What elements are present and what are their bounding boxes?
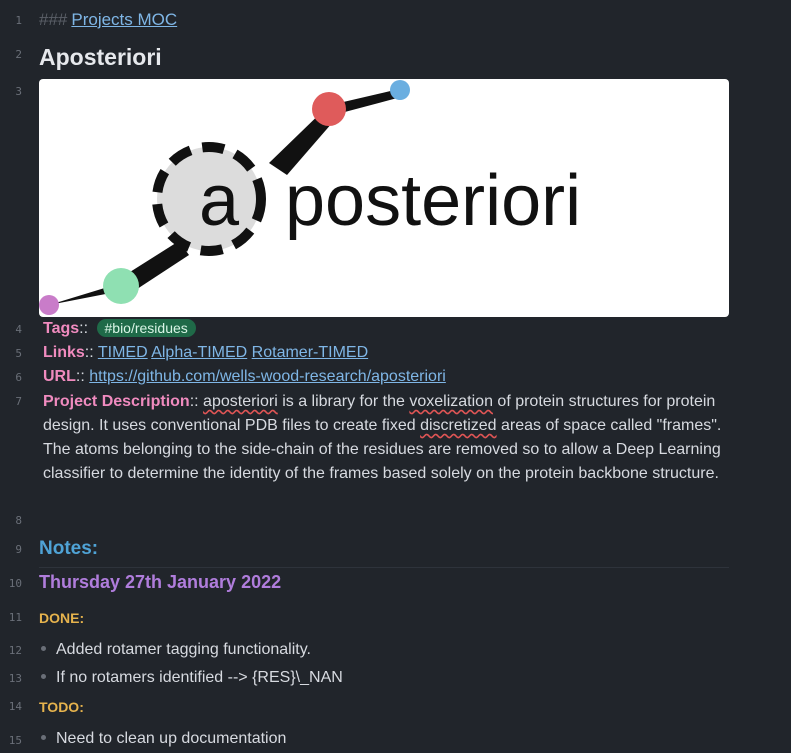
line-number: 9 [15,543,22,556]
link-timed[interactable]: TIMED [98,344,148,361]
logo-graphic: a posteriori [39,80,581,315]
line-number: 2 [15,48,22,61]
list-item: Need to clean up documentation [39,730,731,748]
line-number: 10 [8,577,22,590]
heading-line: ### Projects MOC [39,10,731,30]
separator: :: [79,320,89,337]
aposteriori-logo-image: a posteriori [39,79,729,317]
separator: :: [189,393,199,410]
line-number: 6 [15,371,22,384]
line-number: 13 [8,672,22,685]
url-key: URL [43,368,76,385]
github-url-link[interactable]: https://github.com/wells-wood-research/a… [89,368,446,385]
date-heading: Thursday 27th January 2022 [39,572,282,592]
link-rotamer-timed[interactable]: Rotamer-TIMED [252,344,368,361]
line-number: 3 [15,85,22,98]
project-description: Project Description:: aposteriori is a l… [43,390,733,486]
line-number: 8 [15,514,22,527]
description-text: is a library for the [277,393,410,410]
link-alpha-timed[interactable]: Alpha-TIMED [151,344,247,361]
spellcheck-word: voxelization [409,393,493,410]
bullet-icon [41,645,46,651]
logo-text: posteriori [285,161,581,241]
spellcheck-word: aposteriori [203,393,278,410]
logo-letter-a: a [199,161,240,241]
line-number: 4 [15,323,22,336]
list-item-text: Added rotamer tagging functionality. [56,641,311,658]
bullet-icon [41,673,46,679]
separator: :: [84,344,94,361]
line-number: 12 [8,644,22,657]
notes-heading: Notes: [39,538,99,559]
tag-bio-residues[interactable]: #bio/residues [96,319,196,337]
line-number: 11 [8,611,22,624]
line-number: 5 [15,347,22,360]
links-property: Links:: TIMED Alpha-TIMED Rotamer-TIMED [43,344,731,362]
bullet-icon [41,734,46,740]
projects-moc-link[interactable]: Projects MOC [71,10,177,29]
line-number: 15 [8,734,22,747]
done-label: DONE: [39,610,85,626]
description-key: Project Description [43,393,190,410]
list-item-text: If no rotamers identified --> {RES}\_NAN [56,669,343,686]
list-item: If no rotamers identified --> {RES}\_NAN [39,669,731,687]
line-number: 7 [15,395,22,408]
list-item: Added rotamer tagging functionality. [39,641,731,659]
tags-property: Tags:: #bio/residues [43,319,731,338]
heading-marker: ### [39,10,68,29]
spellcheck-word: discretized [420,417,497,434]
line-number: 1 [15,14,22,27]
line-number: 14 [8,700,22,713]
url-property: URL:: https://github.com/wells-wood-rese… [43,368,731,386]
heading-divider [39,567,729,568]
tags-key: Tags [43,320,80,337]
separator: :: [75,368,85,385]
list-item-text: Need to clean up documentation [56,730,287,747]
links-key: Links [43,344,85,361]
todo-label: TODO: [39,699,84,715]
page-title: Aposteriori [39,44,162,70]
